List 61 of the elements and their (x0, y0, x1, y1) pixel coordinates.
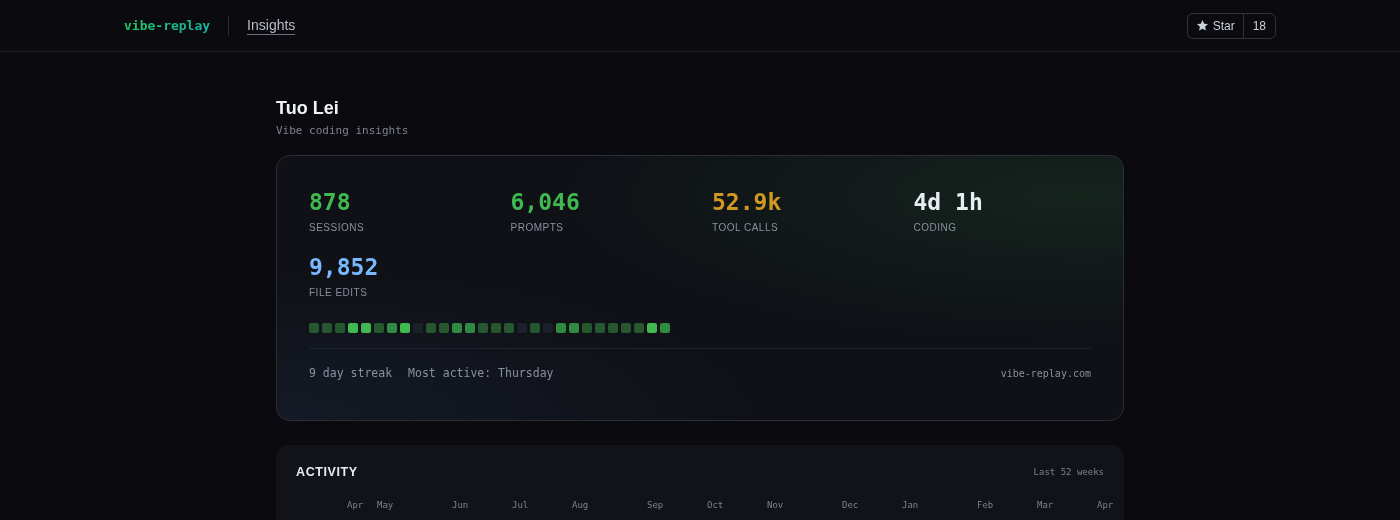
day-cell (452, 323, 462, 333)
day-cell (491, 323, 501, 333)
day-cell (634, 323, 644, 333)
streak-text: 9 day streak (309, 366, 393, 380)
day-cell (556, 323, 566, 333)
day-cell (595, 323, 605, 333)
stat-value: 6,046 (510, 188, 581, 216)
month-label: Mar (1037, 500, 1054, 510)
month-label: Aug (572, 500, 589, 510)
month-label: Apr (347, 500, 364, 510)
month-label: Nov (767, 500, 784, 510)
day-cell (335, 323, 345, 333)
month-label: Jan (902, 500, 919, 510)
day-cell (361, 323, 371, 333)
stat-label: TOOL CALLS (712, 222, 780, 233)
day-cell (348, 323, 358, 333)
stat-value: 4d 1h (913, 188, 984, 216)
activity-title: ACTIVITY (296, 465, 358, 479)
star-button[interactable]: Star 18 (1186, 12, 1276, 39)
most-active-text: Most active: Thursday (408, 366, 554, 380)
brand-logo[interactable]: vibe-replay (124, 18, 211, 33)
stat-value: 52.9k (712, 188, 783, 216)
site-url: vibe-replay.com (1000, 367, 1091, 379)
activity-range: Last 52 weeks (1033, 467, 1104, 477)
day-cell (504, 323, 514, 333)
star-label: Star (1212, 18, 1235, 33)
month-label: Jun (452, 500, 469, 510)
day-cell (478, 323, 488, 333)
profile-subtitle: Vibe coding insights (276, 124, 410, 137)
star-count: 18 (1251, 17, 1267, 35)
month-label: Sep (647, 500, 664, 510)
stat-label: CODING (913, 222, 958, 233)
day-cell (530, 323, 540, 333)
star-icon (1195, 19, 1209, 32)
month-label: May (377, 500, 394, 510)
stat-label: SESSIONS (309, 222, 366, 233)
day-cell (465, 323, 475, 333)
insights-link[interactable]: Insights (247, 16, 296, 35)
day-cell (647, 323, 657, 333)
month-label: Apr (1097, 500, 1114, 510)
month-label: Feb (977, 500, 994, 510)
day-cell (400, 323, 410, 333)
day-cell (582, 323, 592, 333)
day-cell (439, 323, 449, 333)
day-cell (374, 323, 384, 333)
month-label: Oct (707, 500, 724, 510)
month-label: Jul (512, 500, 529, 510)
day-cell (621, 323, 631, 333)
day-cell (322, 323, 332, 333)
stat-label: PROMPTS (510, 222, 565, 233)
day-cell (660, 323, 670, 333)
day-cell (608, 323, 618, 333)
stat-value: 878 (309, 188, 352, 216)
day-cell (426, 323, 436, 333)
stat-value: 9,852 (309, 253, 380, 281)
month-label: Dec (842, 500, 859, 510)
stat-label: FILE EDITS (309, 287, 369, 298)
day-cell (309, 323, 319, 333)
profile-name: Tuo Lei (276, 97, 340, 120)
day-cell (569, 323, 579, 333)
day-cell (387, 323, 397, 333)
